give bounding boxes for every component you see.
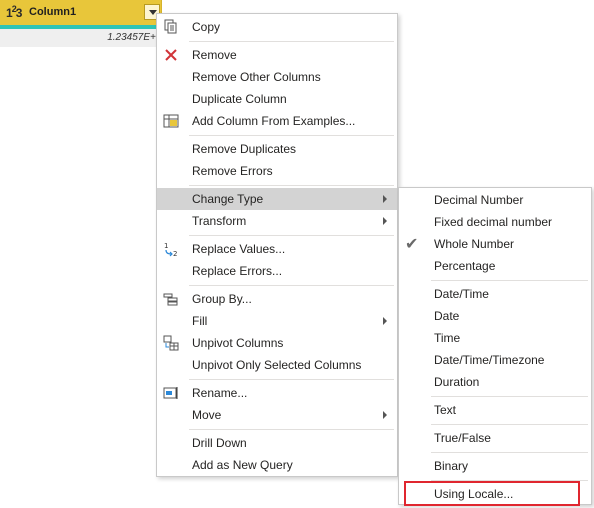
menu-separator	[431, 452, 588, 453]
menu-separator	[189, 41, 394, 42]
submenu-item-percentage[interactable]: Percentage	[399, 255, 591, 277]
menu-item-label: Date/Time	[434, 287, 489, 301]
menu-item-label: Duplicate Column	[192, 92, 287, 106]
submenu-item-fixed-decimal-number[interactable]: Fixed decimal number	[399, 211, 591, 233]
submenu-item-time[interactable]: Time	[399, 327, 591, 349]
menu-item-label: Remove Duplicates	[192, 142, 297, 156]
submenu-item-date[interactable]: Date	[399, 305, 591, 327]
menu-item-unpivot-columns[interactable]: Unpivot Columns	[157, 332, 397, 354]
menu-separator	[431, 424, 588, 425]
submenu-item-true-false[interactable]: True/False	[399, 427, 591, 449]
submenu-item-text[interactable]: Text	[399, 399, 591, 421]
menu-item-change-type[interactable]: Change Type	[157, 188, 397, 210]
menu-item-label: Percentage	[434, 259, 496, 273]
svg-text:1: 1	[164, 242, 168, 250]
menu-item-label: Replace Values...	[192, 242, 286, 256]
submenu-item-date-time-timezone[interactable]: Date/Time/Timezone	[399, 349, 591, 371]
submenu-item-duration[interactable]: Duration	[399, 371, 591, 393]
annotation-highlight-box	[404, 481, 580, 506]
menu-item-label: Fill	[192, 314, 208, 328]
submenu-item-decimal-number[interactable]: Decimal Number	[399, 189, 591, 211]
column-header[interactable]: 123 Column1	[0, 0, 162, 25]
menu-item-replace-values[interactable]: 12 Replace Values...	[157, 238, 397, 260]
menu-item-copy[interactable]: Copy	[157, 16, 397, 38]
submenu-arrow-icon	[383, 217, 387, 225]
menu-item-drill-down[interactable]: Drill Down	[157, 432, 397, 454]
column-title: Column1	[29, 6, 77, 18]
submenu-item-whole-number[interactable]: ✔ Whole Number	[399, 233, 591, 255]
menu-item-unpivot-only-selected-columns[interactable]: Unpivot Only Selected Columns	[157, 354, 397, 376]
menu-item-label: Copy	[192, 20, 221, 34]
menu-item-add-as-new-query[interactable]: Add as New Query	[157, 454, 397, 476]
menu-item-fill[interactable]: Fill	[157, 310, 397, 332]
menu-item-label: Unpivot Columns	[192, 336, 284, 350]
menu-item-label: Remove	[192, 48, 237, 62]
submenu-arrow-icon	[383, 317, 387, 325]
menu-item-remove-other-columns[interactable]: Remove Other Columns	[157, 66, 397, 88]
menu-item-label: Change Type	[192, 192, 264, 206]
menu-item-label: Text	[434, 403, 457, 417]
menu-item-label: Fixed decimal number	[434, 215, 553, 229]
menu-separator	[431, 396, 588, 397]
menu-separator	[189, 285, 394, 286]
menu-item-transform[interactable]: Transform	[157, 210, 397, 232]
submenu-item-date-time[interactable]: Date/Time	[399, 283, 591, 305]
menu-item-remove-duplicates[interactable]: Remove Duplicates	[157, 138, 397, 160]
menu-item-label: Group By...	[192, 292, 252, 306]
menu-item-move[interactable]: Move	[157, 404, 397, 426]
menu-separator	[189, 185, 394, 186]
menu-item-remove[interactable]: Remove	[157, 44, 397, 66]
menu-separator	[189, 429, 394, 430]
menu-item-label: Add Column From Examples...	[192, 114, 356, 128]
menu-item-label: Transform	[192, 214, 247, 228]
submenu-item-binary[interactable]: Binary	[399, 455, 591, 477]
remove-x-icon	[165, 49, 177, 61]
menu-separator	[189, 135, 394, 136]
menu-item-label: Add as New Query	[192, 458, 293, 472]
menu-item-label: Duration	[434, 375, 480, 389]
menu-item-label: Date/Time/Timezone	[434, 353, 545, 367]
menu-item-label: Unpivot Only Selected Columns	[192, 358, 362, 372]
whole-number-type-icon[interactable]: 123	[6, 4, 22, 20]
table-cell[interactable]: 1.23457E+18	[0, 29, 162, 47]
menu-item-remove-errors[interactable]: Remove Errors	[157, 160, 397, 182]
menu-item-label: Remove Other Columns	[192, 70, 321, 84]
menu-item-label: Time	[434, 331, 461, 345]
menu-separator	[431, 280, 588, 281]
column-context-menu: Copy Remove Remove Other Columns Duplica…	[156, 13, 398, 477]
menu-item-label: Whole Number	[434, 237, 515, 251]
menu-item-label: Binary	[434, 459, 469, 473]
menu-item-label: Decimal Number	[434, 193, 524, 207]
menu-separator	[189, 379, 394, 380]
menu-item-label: Rename...	[192, 386, 248, 400]
menu-item-group-by[interactable]: Group By...	[157, 288, 397, 310]
menu-item-label: Date	[434, 309, 460, 323]
checkmark-icon: ✔	[405, 236, 419, 253]
replace-values-icon: 12	[164, 242, 177, 257]
change-type-submenu: Decimal Number Fixed decimal number ✔ Wh…	[398, 187, 592, 505]
rename-icon	[163, 387, 178, 399]
svg-text:2: 2	[173, 250, 177, 257]
menu-item-label: Remove Errors	[192, 164, 273, 178]
menu-item-label: Replace Errors...	[192, 264, 283, 278]
menu-item-replace-errors[interactable]: Replace Errors...	[157, 260, 397, 282]
menu-item-label: Move	[192, 408, 222, 422]
unpivot-icon	[163, 335, 179, 351]
submenu-arrow-icon	[383, 195, 387, 203]
menu-item-rename[interactable]: Rename...	[157, 382, 397, 404]
menu-item-add-column-from-examples[interactable]: Add Column From Examples...	[157, 110, 397, 132]
copy-icon	[164, 19, 177, 34]
group-by-icon	[163, 293, 178, 306]
menu-item-duplicate-column[interactable]: Duplicate Column	[157, 88, 397, 110]
table-examples-icon	[163, 114, 179, 128]
menu-item-label: Drill Down	[192, 436, 247, 450]
menu-item-label: True/False	[434, 431, 491, 445]
menu-separator	[189, 235, 394, 236]
submenu-arrow-icon	[383, 411, 387, 419]
